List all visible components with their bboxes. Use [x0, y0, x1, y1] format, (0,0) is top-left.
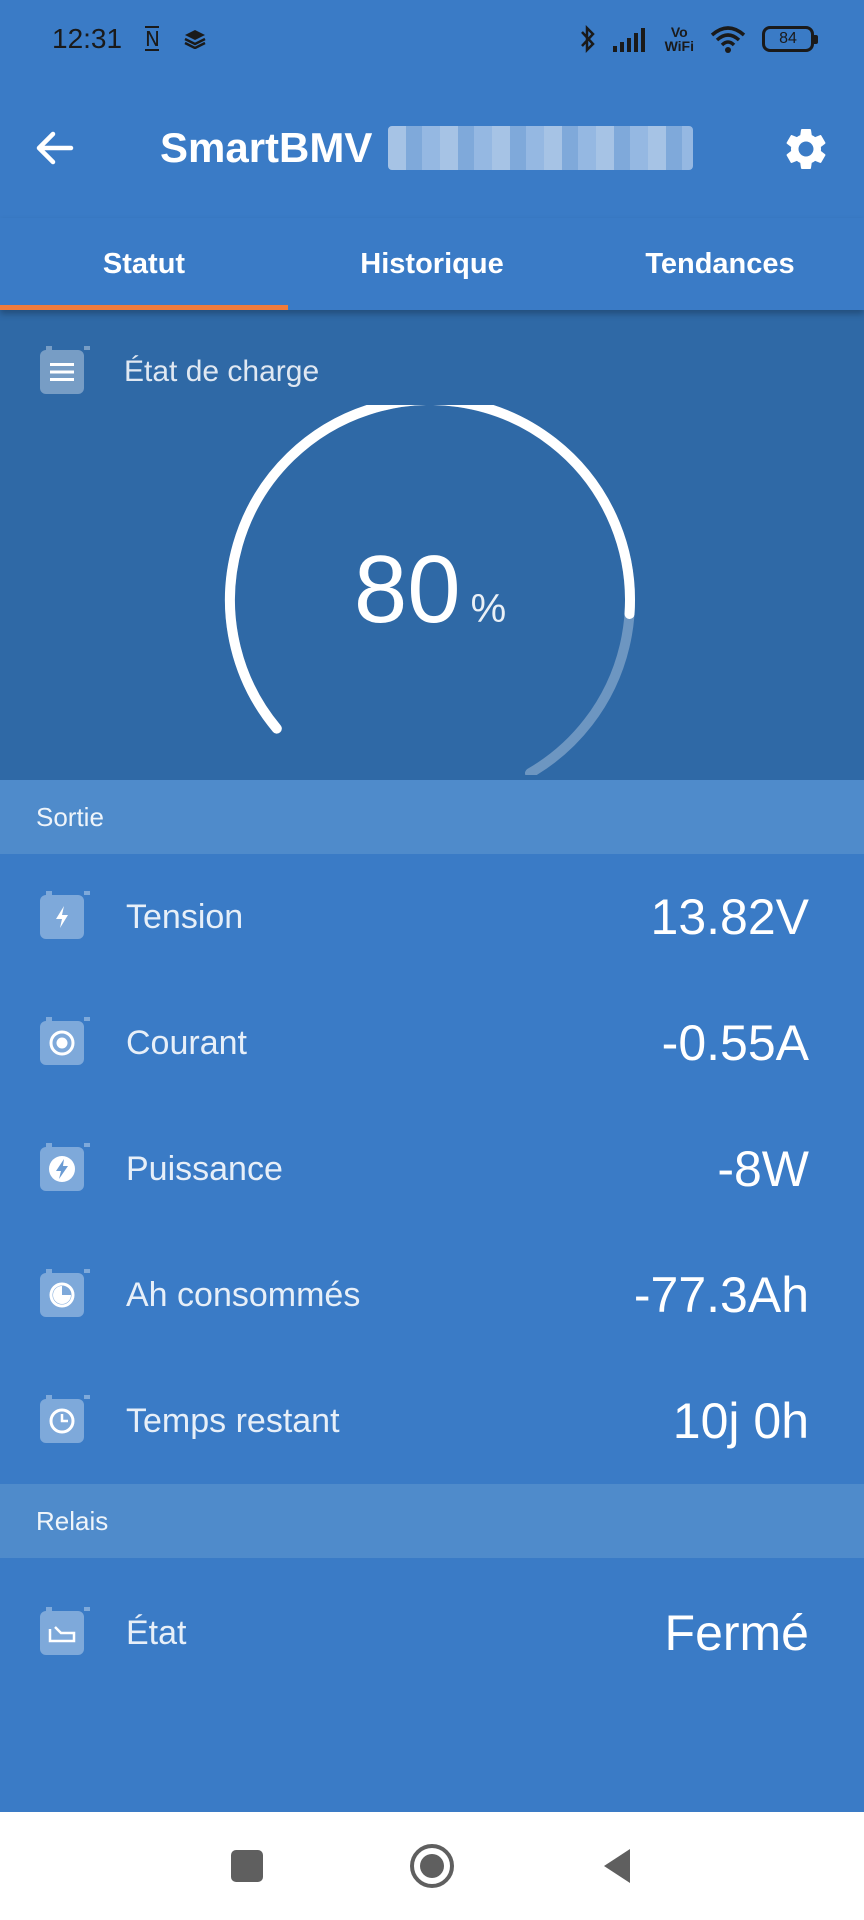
tab-tendances[interactable]: Tendances	[576, 218, 864, 310]
tab-bar: Statut Historique Tendances	[0, 218, 864, 310]
redacted-device-name	[388, 126, 694, 170]
section-header-sortie: Sortie	[0, 780, 864, 854]
relay-list: État Fermé	[0, 1558, 864, 1708]
row-value: 10j 0h	[672, 1393, 809, 1449]
back-button[interactable]	[30, 123, 80, 173]
list-item-ah-consommes: Ah consommés -77.3Ah	[0, 1232, 864, 1358]
row-value: -8W	[717, 1141, 809, 1197]
app-bar: SmartBMV	[0, 78, 864, 218]
voltage-icon	[40, 891, 90, 939]
current-icon	[40, 1017, 90, 1065]
list-item-tension: Tension 13.82V	[0, 854, 864, 980]
status-time: 12:31	[52, 23, 123, 54]
list-item-puissance: Puissance -8W	[0, 1106, 864, 1232]
soc-unit: %	[470, 587, 507, 631]
home-circle-icon	[410, 1844, 454, 1888]
list-item-courant: Courant -0.55A	[0, 980, 864, 1106]
list-item-etat: État Fermé	[0, 1558, 864, 1708]
row-label: Courant	[126, 1023, 247, 1062]
recents-button[interactable]	[217, 1836, 277, 1896]
power-icon	[40, 1143, 90, 1191]
home-button[interactable]	[402, 1836, 462, 1896]
page-title-text: SmartBMV	[160, 124, 373, 171]
battery-menu-icon	[40, 346, 90, 394]
row-label: Tension	[126, 897, 244, 936]
gear-icon	[786, 129, 826, 169]
row-label: État	[126, 1613, 187, 1652]
soc-value: 80	[353, 536, 461, 643]
list-item-temps-restant: Temps restant 10j 0h	[0, 1358, 864, 1484]
soc-label: État de charge	[124, 355, 320, 388]
square-icon	[231, 1850, 263, 1882]
tab-statut[interactable]: Statut	[0, 218, 288, 310]
row-label: Puissance	[126, 1149, 283, 1188]
bluetooth-icon	[579, 24, 597, 54]
row-label: Temps restant	[126, 1401, 340, 1440]
back-nav-button[interactable]	[587, 1836, 647, 1896]
row-label: Ah consommés	[126, 1275, 361, 1314]
battery-icon: 84	[762, 26, 818, 52]
svg-text:N: N	[145, 27, 160, 51]
battery-level: 84	[779, 30, 797, 47]
row-value: Fermé	[664, 1605, 809, 1661]
arrow-left-icon	[36, 131, 74, 165]
row-value: -77.3Ah	[633, 1267, 809, 1323]
tab-historique[interactable]: Historique	[288, 218, 576, 310]
vowifi-icon: Vo WiFi	[664, 24, 694, 54]
clock-icon	[40, 1395, 90, 1443]
consumed-icon	[40, 1269, 90, 1317]
row-value: 13.82V	[650, 889, 809, 945]
layers-icon	[184, 29, 206, 49]
status-bar: 12:31 N Vo WiFi 84	[0, 0, 864, 78]
wifi-icon	[710, 25, 746, 53]
triangle-back-icon	[604, 1849, 630, 1883]
relay-icon	[40, 1607, 90, 1655]
section-header-relais: Relais	[0, 1484, 864, 1558]
soc-gauge: 80 %	[220, 405, 640, 775]
output-list: Tension 13.82V Courant -0.55A Puissance …	[0, 854, 864, 1484]
nfc-icon: N	[144, 26, 162, 52]
system-nav-bar	[0, 1812, 864, 1920]
settings-button[interactable]	[778, 121, 834, 177]
signal-icon	[612, 26, 649, 52]
page-title: SmartBMV	[160, 124, 694, 172]
row-value: -0.55A	[661, 1015, 809, 1071]
